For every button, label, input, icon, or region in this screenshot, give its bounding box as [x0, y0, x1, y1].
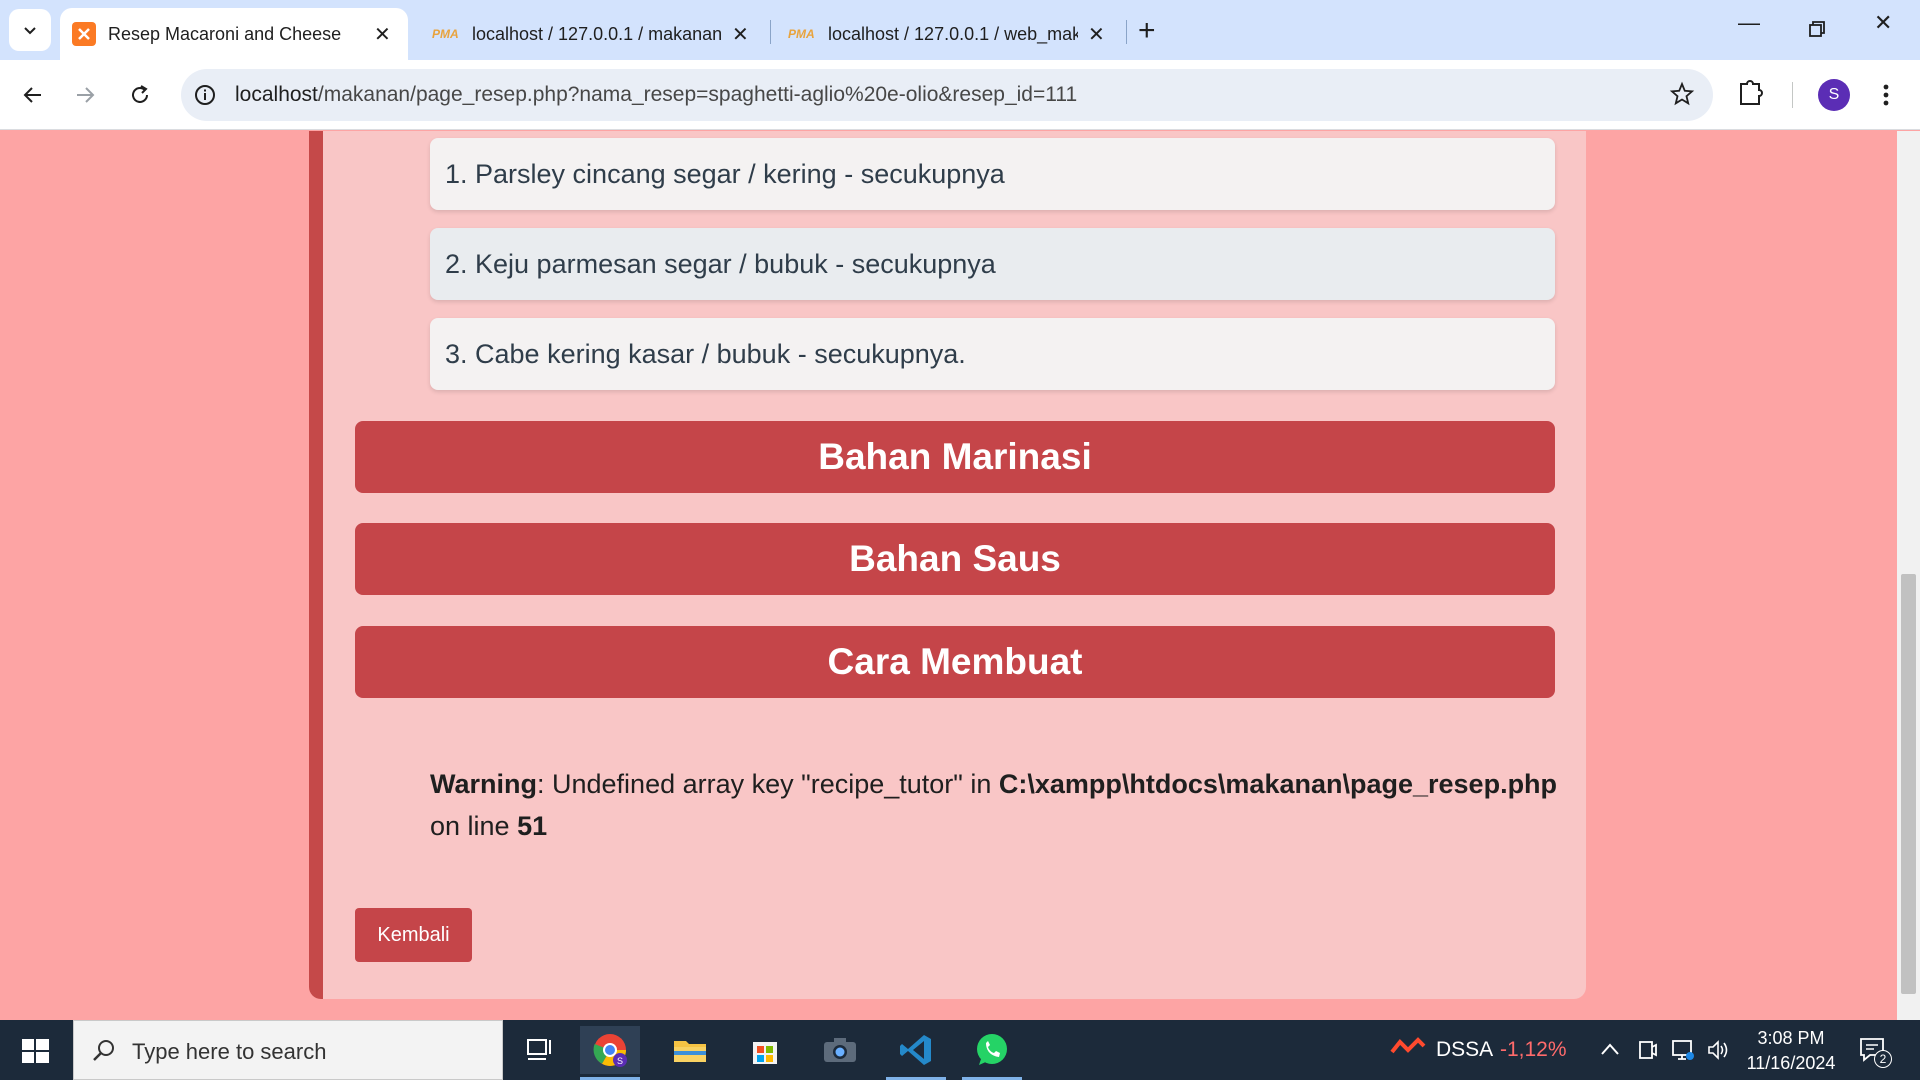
chevron-up-icon[interactable] — [1600, 1042, 1620, 1056]
browser-toolbar: localhost/makanan/page_resep.php?nama_re… — [0, 60, 1920, 130]
stock-change[interactable]: -1,12% — [1500, 1038, 1567, 1062]
more-menu-icon[interactable] — [1876, 78, 1896, 112]
warning-line-number: 51 — [517, 811, 548, 841]
windows-taskbar: Type here to search S DSSA -1,12% 3:08 P… — [0, 1020, 1920, 1080]
close-tab-icon[interactable]: ✕ — [374, 22, 391, 47]
section-bahan-marinasi-button[interactable]: Bahan Marinasi — [355, 421, 1555, 493]
warning-label: Warning — [430, 769, 537, 799]
minimize-button[interactable]: — — [1738, 10, 1760, 36]
notification-count-badge: 2 — [1874, 1050, 1892, 1068]
chevron-down-icon — [24, 27, 36, 35]
ingredient-item: 2. Keju parmesan segar / bubuk - secukup… — [430, 228, 1555, 300]
section-cara-membuat-button[interactable]: Cara Membuat — [355, 626, 1555, 698]
scrollbar-thumb[interactable] — [1901, 574, 1916, 994]
bookmark-star-icon[interactable] — [1669, 81, 1695, 107]
reload-button[interactable] — [121, 76, 159, 114]
tab-recipe[interactable]: Resep Macaroni and Cheese ✕ — [60, 8, 408, 60]
php-warning: Warning: Undefined array key "recipe_tut… — [430, 763, 1560, 847]
new-tab-button[interactable]: + — [1138, 14, 1156, 48]
meet-now-icon[interactable] — [1636, 1038, 1658, 1062]
tab-phpmyadmin-web[interactable]: PMA localhost / 127.0.0.1 / web_mak ✕ — [776, 8, 1116, 60]
toolbar-separator — [1792, 82, 1793, 108]
whatsapp-icon[interactable] — [962, 1026, 1022, 1080]
address-bar[interactable]: localhost/makanan/page_resep.php?nama_re… — [181, 69, 1713, 121]
tab-separator — [1126, 20, 1127, 44]
network-icon[interactable] — [1670, 1038, 1696, 1062]
notification-center-button[interactable]: 2 — [1858, 1036, 1894, 1068]
camera-icon[interactable] — [810, 1026, 870, 1074]
restore-button[interactable] — [1808, 20, 1826, 38]
tab-title: Resep Macaroni and Cheese — [108, 23, 342, 44]
taskbar-search-box[interactable]: Type here to search — [73, 1020, 503, 1080]
warning-message: : Undefined array key "recipe_tutor" in — [537, 769, 999, 799]
pma-icon: PMA — [432, 27, 459, 41]
url-host: localhost — [235, 83, 318, 106]
site-info-icon[interactable] — [193, 83, 217, 107]
chrome-taskbar-icon[interactable]: S — [580, 1026, 640, 1080]
reload-icon — [132, 85, 148, 103]
page-scrollbar[interactable] — [1897, 131, 1920, 1020]
tab-separator — [770, 20, 771, 44]
vscode-icon[interactable] — [886, 1026, 946, 1080]
xampp-icon — [72, 22, 96, 46]
microsoft-store-icon[interactable] — [735, 1026, 795, 1074]
page-viewport: 1. Parsley cincang segar / kering - secu… — [0, 131, 1897, 1020]
warning-line-text: on line — [430, 811, 518, 841]
search-icon — [93, 1040, 114, 1061]
volume-icon[interactable] — [1706, 1038, 1730, 1062]
svg-text:S: S — [617, 1056, 623, 1066]
extensions-icon[interactable] — [1736, 76, 1766, 110]
section-bahan-saus-button[interactable]: Bahan Saus — [355, 523, 1555, 595]
stock-chart-icon — [1390, 1037, 1426, 1054]
ingredient-item: 1. Parsley cincang segar / kering - secu… — [430, 138, 1555, 210]
tab-title: localhost / 127.0.0.1 / makanan — [472, 23, 722, 44]
tab-phpmyadmin-makanan[interactable]: PMA localhost / 127.0.0.1 / makanan ✕ — [420, 8, 760, 60]
warning-file: C:\xampp\htdocs\makanan\page_resep.php — [998, 769, 1558, 799]
back-button[interactable] — [14, 76, 52, 114]
close-tab-icon[interactable]: ✕ — [732, 22, 749, 47]
taskbar-clock[interactable]: 3:08 PM 11/16/2024 — [1736, 1026, 1846, 1076]
ingredient-item: 3. Cabe kering kasar / bubuk - secukupny… — [430, 318, 1555, 390]
forward-button[interactable] — [66, 76, 104, 114]
arrow-left-icon — [23, 87, 41, 103]
stock-name[interactable]: DSSA — [1436, 1038, 1493, 1062]
tab-title: localhost / 127.0.0.1 / web_mak — [828, 23, 1078, 44]
pma-icon: PMA — [788, 27, 815, 41]
task-view-icon[interactable] — [510, 1026, 570, 1074]
url-text[interactable]: localhost/makanan/page_resep.php?nama_re… — [235, 83, 1077, 107]
tab-strip: Resep Macaroni and Cheese ✕ PMA localhos… — [0, 0, 1920, 60]
windows-start-icon[interactable] — [14, 1036, 58, 1066]
close-tab-icon[interactable]: ✕ — [1088, 22, 1105, 47]
arrow-right-icon — [77, 87, 95, 103]
url-path: /makanan/page_resep.php?nama_resep=spagh… — [317, 83, 1078, 106]
tab-search-button[interactable] — [9, 9, 51, 51]
close-window-button[interactable]: ✕ — [1874, 10, 1892, 36]
kembali-button[interactable]: Kembali — [355, 908, 472, 962]
profile-avatar[interactable]: S — [1818, 79, 1850, 111]
search-placeholder: Type here to search — [132, 1039, 327, 1064]
clock-time: 3:08 PM — [1757, 1028, 1825, 1048]
file-explorer-icon[interactable] — [660, 1026, 720, 1074]
clock-date: 11/16/2024 — [1746, 1053, 1836, 1073]
